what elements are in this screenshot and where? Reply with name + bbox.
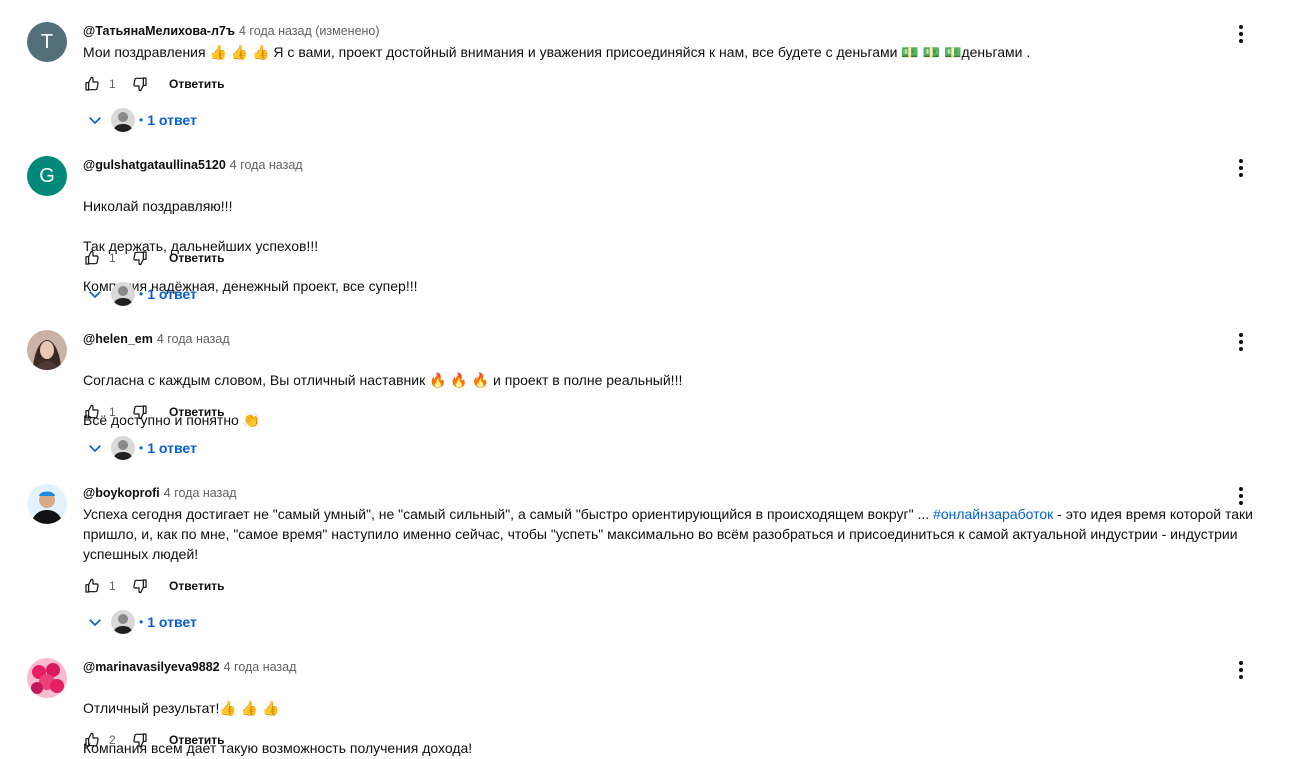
comment-meta: @helen_em 4 года назад xyxy=(83,330,1260,348)
comment-actions: 1 Ответить xyxy=(83,402,224,422)
comment-actions: 2 Ответить xyxy=(83,730,224,750)
comment-body: @marinavasilyeva9882 4 года назад Отличны… xyxy=(83,658,1260,759)
chevron-down-icon[interactable] xyxy=(83,436,107,460)
dislike-icon[interactable] xyxy=(131,75,149,93)
timestamp[interactable]: 4 года назад (изменено) xyxy=(239,24,380,38)
author-name[interactable]: @helen_em xyxy=(83,332,153,346)
separator-dot: • xyxy=(139,113,144,127)
comment-line: Компания всем дает такую возможность пол… xyxy=(83,740,473,756)
view-replies-link[interactable]: 1 ответ xyxy=(147,614,197,630)
author-name[interactable]: @gulshatgataullina5120 xyxy=(83,158,226,172)
more-actions-icon[interactable] xyxy=(1231,658,1251,682)
comment-body: @ТатьянаМелихова-л7ъ 4 года назад (измене… xyxy=(83,22,1260,62)
author-name[interactable]: @boykoprofi xyxy=(83,486,160,500)
like-icon[interactable] xyxy=(83,731,101,749)
comment-meta: @gulshatgataullina5120 4 года назад xyxy=(83,156,1260,174)
replies-toggle[interactable]: • 1 ответ xyxy=(83,106,197,134)
reply-button[interactable]: Ответить xyxy=(169,405,224,419)
chevron-down-icon[interactable] xyxy=(83,108,107,132)
avatar[interactable]: G xyxy=(27,156,67,196)
avatar[interactable] xyxy=(27,658,67,698)
author-name[interactable]: @ТатьянаМелихова-л7ъ xyxy=(83,24,235,38)
comment-meta: @ТатьянаМелихова-л7ъ 4 года назад (измене… xyxy=(83,22,1260,40)
comment-text: Отличный результат!👍 👍 👍 Компания всем д… xyxy=(83,678,1260,759)
avatar[interactable]: T xyxy=(27,22,67,62)
comment-text: Мои поздравления 👍 👍 👍 Я с вами, проект … xyxy=(83,44,1031,60)
reply-button[interactable]: Ответить xyxy=(169,251,224,265)
like-count: 1 xyxy=(109,405,116,419)
more-actions-icon[interactable] xyxy=(1231,156,1251,180)
chevron-down-icon[interactable] xyxy=(83,282,107,306)
separator-dot: • xyxy=(139,615,144,629)
dislike-icon[interactable] xyxy=(131,731,149,749)
like-count: 1 xyxy=(109,579,116,593)
comment-line: Всё доступно и понятно 👏 xyxy=(83,412,261,428)
comment-actions: 1 Ответить xyxy=(83,74,224,94)
dislike-icon[interactable] xyxy=(131,577,149,595)
view-replies-link[interactable]: 1 ответ xyxy=(147,286,197,302)
timestamp[interactable]: 4 года назад xyxy=(157,332,230,346)
chevron-down-icon[interactable] xyxy=(83,610,107,634)
comment-text-part: Успеха сегодня достигает не "самый умный… xyxy=(83,506,934,522)
separator-dot: • xyxy=(139,287,144,301)
reply-button[interactable]: Ответить xyxy=(169,733,224,747)
comment-meta: @boykoprofi 4 года назад xyxy=(83,484,1260,502)
like-icon[interactable] xyxy=(83,577,101,595)
replies-toggle[interactable]: • 1 ответ xyxy=(83,280,197,308)
reply-button[interactable]: Ответить xyxy=(169,77,224,91)
like-icon[interactable] xyxy=(83,249,101,267)
comment-meta: @marinavasilyeva9882 4 года назад xyxy=(83,658,1260,676)
more-actions-icon[interactable] xyxy=(1231,22,1251,46)
reply-author-avatar xyxy=(111,282,135,306)
author-name[interactable]: @marinavasilyeva9882 xyxy=(83,660,220,674)
reply-author-avatar xyxy=(111,436,135,460)
like-count: 1 xyxy=(109,251,116,265)
timestamp[interactable]: 4 года назад xyxy=(230,158,303,172)
comment-body: @boykoprofi 4 года назад Успеха сегодня д… xyxy=(83,484,1260,564)
replies-toggle[interactable]: • 1 ответ xyxy=(83,608,197,636)
comment-text: Согласна с каждым словом, Вы отличный на… xyxy=(83,350,1260,450)
avatar[interactable] xyxy=(27,484,67,524)
reply-author-avatar xyxy=(111,610,135,634)
reply-button[interactable]: Ответить xyxy=(169,579,224,593)
view-replies-link[interactable]: 1 ответ xyxy=(147,440,197,456)
reply-author-avatar xyxy=(111,108,135,132)
separator-dot: • xyxy=(139,441,144,455)
comment-actions: 1 Ответить xyxy=(83,576,224,596)
comment-line: Компания надёжная, денежный проект, все … xyxy=(83,278,418,294)
like-icon[interactable] xyxy=(83,75,101,93)
comment-body: @helen_em 4 года назад Согласна с каждым … xyxy=(83,330,1260,450)
more-actions-icon[interactable] xyxy=(1231,484,1251,508)
like-count: 1 xyxy=(109,77,116,91)
more-actions-icon[interactable] xyxy=(1231,330,1251,354)
comment-text: Николай поздравляю!!! Так держать, дальн… xyxy=(83,176,1260,316)
replies-toggle[interactable]: • 1 ответ xyxy=(83,434,197,462)
comment-line: Так держать, дальнейших успехов!!! xyxy=(83,238,319,254)
comment-body: @gulshatgataullina5120 4 года назад Никол… xyxy=(83,156,1260,316)
comment-line: Согласна с каждым словом, Вы отличный на… xyxy=(83,372,683,388)
dislike-icon[interactable] xyxy=(131,403,149,421)
timestamp[interactable]: 4 года назад xyxy=(164,486,237,500)
comment-text: Успеха сегодня достигает не "самый умный… xyxy=(83,504,1260,564)
avatar[interactable] xyxy=(27,330,67,370)
comment-line: Отличный результат!👍 👍 👍 xyxy=(83,700,280,716)
timestamp[interactable]: 4 года назад xyxy=(224,660,297,674)
like-count: 2 xyxy=(109,733,116,747)
view-replies-link[interactable]: 1 ответ xyxy=(147,112,197,128)
hashtag-link[interactable]: #онлайнзаработок xyxy=(933,506,1053,522)
dislike-icon[interactable] xyxy=(131,249,149,267)
like-icon[interactable] xyxy=(83,403,101,421)
comment-actions: 1 Ответить xyxy=(83,248,224,268)
comment-line: Николай поздравляю!!! xyxy=(83,198,233,214)
